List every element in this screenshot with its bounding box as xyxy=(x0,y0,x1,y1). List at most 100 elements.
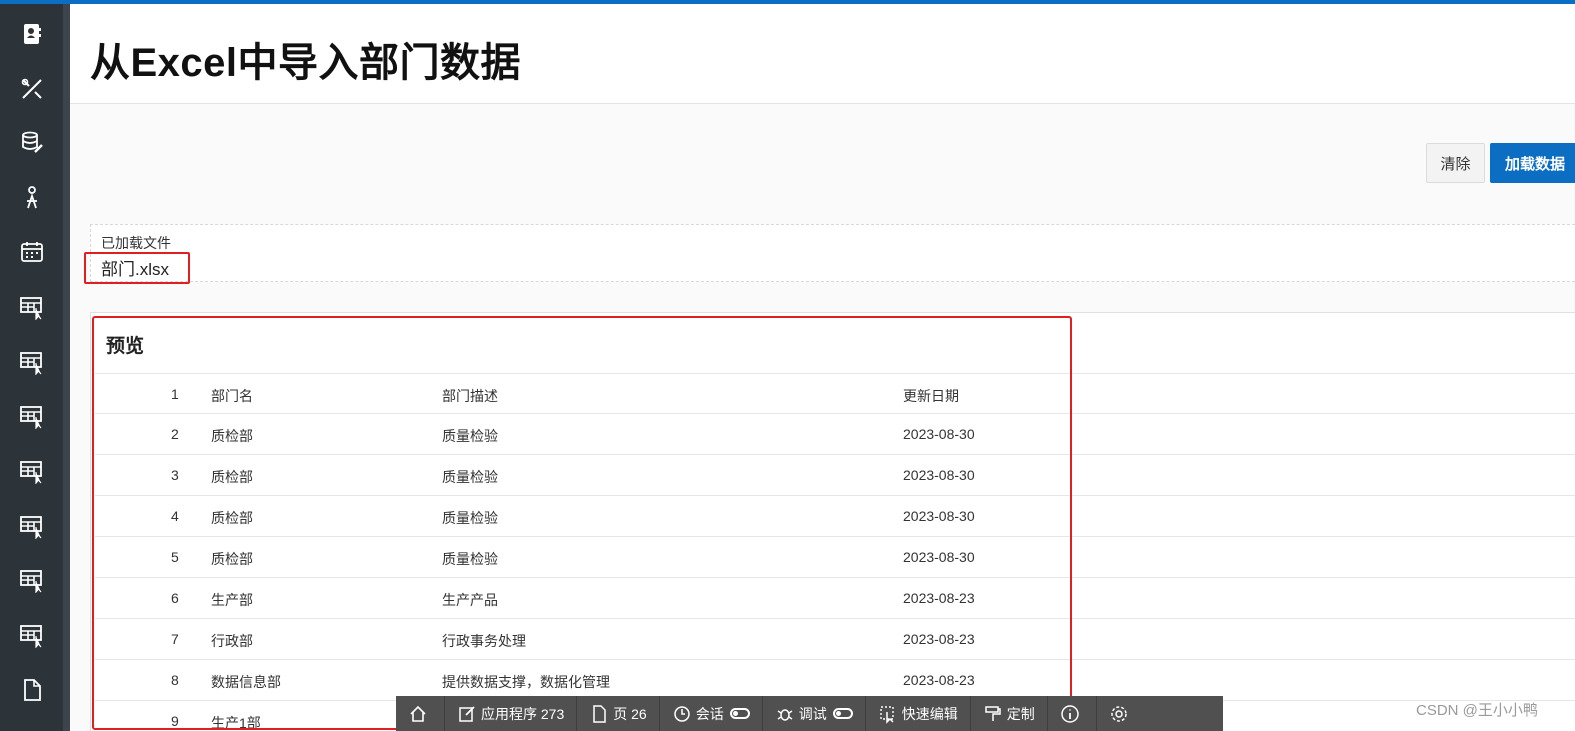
table-row: 8 数据信息部 提供数据支撑，数据化管理 2023-08-23 xyxy=(95,660,1575,701)
cell-dept-name: 质检部 xyxy=(211,428,253,444)
page-icon xyxy=(593,704,606,723)
loaded-file-region: 已加载文件 部门.xlsx xyxy=(90,224,1575,282)
cell-dept-desc: 质量检验 xyxy=(442,428,498,444)
file-highlight-box xyxy=(84,252,190,284)
table-select-icon xyxy=(20,461,42,484)
nav-item-9[interactable] xyxy=(12,451,52,491)
calendar-icon xyxy=(21,242,43,262)
cell-update-date: 2023-08-23 xyxy=(903,672,975,688)
paint-roller-icon xyxy=(984,705,1001,721)
nav-item-10[interactable] xyxy=(12,506,52,546)
row-number: 9 xyxy=(171,713,179,729)
preview-table: 1 部门名 部门描述 更新日期 2 质检部 质量检验 2023-08-30 3 … xyxy=(95,373,1575,731)
bug-icon xyxy=(777,708,793,721)
table-row: 2 质检部 质量检验 2023-08-30 xyxy=(95,414,1575,455)
table-select-icon xyxy=(20,406,42,429)
nav-item-1[interactable] xyxy=(12,14,52,54)
nav-item-5[interactable] xyxy=(12,232,52,272)
sidenav-scrollbar[interactable] xyxy=(63,4,70,731)
row-number: 7 xyxy=(171,631,179,647)
devbar-info-button[interactable] xyxy=(1048,696,1097,731)
page-header: 从Excel中导入部门数据 xyxy=(70,4,1575,104)
preview-region: 预览 1 部门名 部门描述 更新日期 2 质检部 质量检验 2023-08-30… xyxy=(90,312,1575,731)
row-number: 4 xyxy=(171,508,179,524)
session-toggle-icon xyxy=(729,708,750,719)
devbar-application-button[interactable]: 应用程序 273 xyxy=(445,696,578,731)
top-accent-strip xyxy=(0,0,1575,4)
developer-toolbar: 应用程序 273 页 26 会话 调试 快速编辑 定制 xyxy=(396,696,1223,731)
cell-dept-desc: 生产产品 xyxy=(442,592,498,608)
loaded-file-label: 已加载文件 xyxy=(101,235,171,251)
nav-item-7[interactable] xyxy=(12,342,52,382)
info-icon xyxy=(1060,704,1079,723)
devbar-customize-label: 定制 xyxy=(1006,705,1035,722)
devbar-debug-button[interactable]: 调试 xyxy=(763,696,866,731)
cell-update-date: 2023-08-30 xyxy=(903,508,975,524)
nav-item-2[interactable] xyxy=(12,69,52,109)
table-row: 1 部门名 部门描述 更新日期 xyxy=(95,373,1575,414)
row-number: 2 xyxy=(171,426,179,442)
devbar-customize-button[interactable]: 定制 xyxy=(971,696,1048,731)
cell-dept-desc: 提供数据支撑，数据化管理 xyxy=(442,674,610,690)
devbar-home-button[interactable] xyxy=(396,696,445,731)
table-row: 4 质检部 质量检验 2023-08-30 xyxy=(95,496,1575,537)
table-row: 5 质检部 质量检验 2023-08-30 xyxy=(95,537,1575,578)
devbar-page-button[interactable]: 页 26 xyxy=(577,696,660,731)
contact-card-icon xyxy=(24,24,41,44)
devbar-quick-edit-button[interactable]: 快速编辑 xyxy=(866,696,971,731)
database-wrench-icon xyxy=(22,131,43,153)
document-icon xyxy=(24,679,41,701)
clock-icon xyxy=(673,705,690,722)
nav-item-11[interactable] xyxy=(12,560,52,600)
cell-dept-desc: 质量检验 xyxy=(442,510,498,526)
design-tools-icon xyxy=(21,78,42,99)
cell-dept-desc: 部门描述 xyxy=(442,388,498,404)
devbar-application-label: 应用程序 273 xyxy=(481,705,565,722)
cell-dept-name: 行政部 xyxy=(211,633,253,649)
row-number: 3 xyxy=(171,467,179,483)
person-icon xyxy=(27,186,37,209)
edit-icon xyxy=(459,705,475,722)
cell-dept-name: 生产1部 xyxy=(211,715,261,731)
devbar-settings-button[interactable] xyxy=(1097,696,1145,731)
cell-update-date: 2023-08-30 xyxy=(903,467,975,483)
clear-button[interactable]: 清除 xyxy=(1426,143,1485,183)
table-select-icon xyxy=(20,352,42,375)
cursor-select-icon xyxy=(880,705,894,724)
page-title: 从Excel中导入部门数据 xyxy=(90,41,522,85)
cell-dept-name: 生产部 xyxy=(211,592,253,608)
nav-item-13[interactable] xyxy=(12,670,52,710)
devbar-debug-label: 调试 xyxy=(798,705,827,722)
cell-dept-desc: 质量检验 xyxy=(442,469,498,485)
table-row: 3 质检部 质量检验 2023-08-30 xyxy=(95,455,1575,496)
cell-update-date: 更新日期 xyxy=(903,388,959,404)
nav-item-6[interactable] xyxy=(12,287,52,327)
nav-item-12[interactable] xyxy=(12,615,52,655)
gear-icon xyxy=(1110,705,1127,722)
row-number: 5 xyxy=(171,549,179,565)
nav-item-4[interactable] xyxy=(12,178,52,218)
watermark: CSDN @王小小鸭 xyxy=(1416,702,1538,719)
cell-dept-desc: 行政事务处理 xyxy=(442,633,526,649)
nav-item-3[interactable] xyxy=(12,123,52,163)
cell-update-date: 2023-08-23 xyxy=(903,590,975,606)
devbar-quick-edit-label: 快速编辑 xyxy=(901,705,958,722)
devbar-session-button[interactable]: 会话 xyxy=(660,696,763,731)
devbar-page-label: 页 26 xyxy=(613,705,647,722)
load-data-button[interactable]: 加载数据 xyxy=(1490,143,1575,183)
cell-update-date: 2023-08-30 xyxy=(903,549,975,565)
cell-dept-desc: 质量检验 xyxy=(442,551,498,567)
cell-dept-name: 数据信息部 xyxy=(211,674,281,690)
cell-update-date: 2023-08-23 xyxy=(903,631,975,647)
preview-title: 预览 xyxy=(106,336,145,357)
table-select-icon xyxy=(20,625,42,648)
table-select-icon xyxy=(20,297,42,320)
table-select-icon xyxy=(20,570,42,593)
cell-dept-name: 质检部 xyxy=(211,510,253,526)
nav-item-8[interactable] xyxy=(12,396,52,436)
table-select-icon xyxy=(20,516,42,539)
cell-dept-name: 部门名 xyxy=(211,388,253,404)
cell-dept-name: 质检部 xyxy=(211,469,253,485)
main-content: 清除 加载数据 已加载文件 部门.xlsx 预览 1 部门名 部门描述 更新日期… xyxy=(70,104,1575,731)
cell-update-date: 2023-08-30 xyxy=(903,426,975,442)
